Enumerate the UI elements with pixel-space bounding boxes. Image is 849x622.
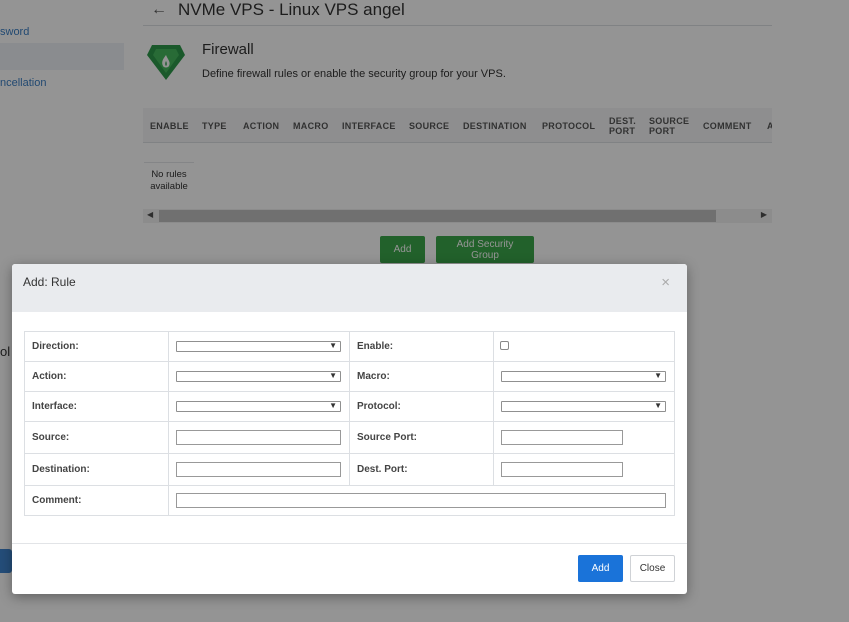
rule-form-table: Direction: ▼ Enable: Action: ▼ Macro: ▼ … [24,331,675,516]
modal-header: Add: Rule × [12,264,687,312]
macro-label: Macro: [349,361,494,392]
dest-port-input[interactable] [501,462,623,477]
source-port-input[interactable] [501,430,623,445]
direction-label: Direction: [24,331,169,362]
modal-close-button[interactable]: Close [630,555,675,582]
source-port-label: Source Port: [349,421,494,454]
modal-footer-divider [12,543,687,544]
modal-title: Add: Rule [23,275,76,289]
chevron-down-icon: ▼ [329,371,337,380]
protocol-label: Protocol: [349,391,494,422]
source-label: Source: [24,421,169,454]
enable-label: Enable: [349,331,494,362]
chevron-down-icon: ▼ [654,371,662,380]
protocol-select[interactable]: ▼ [501,401,666,412]
macro-select[interactable]: ▼ [501,371,666,382]
comment-label: Comment: [24,485,169,516]
destination-label: Destination: [24,453,169,486]
modal-add-button[interactable]: Add [578,555,623,582]
interface-select[interactable]: ▼ [176,401,341,412]
dest-port-label: Dest. Port: [349,453,494,486]
comment-input[interactable] [176,493,666,508]
form-row: Interface: ▼ Protocol: ▼ [24,391,675,422]
enable-checkbox[interactable] [500,340,509,350]
close-icon[interactable]: × [661,275,670,290]
source-input[interactable] [176,430,341,445]
chevron-down-icon: ▼ [654,401,662,410]
form-row: Direction: ▼ Enable: [24,331,675,362]
action-label: Action: [24,361,169,392]
form-row: Destination: Dest. Port: [24,453,675,486]
interface-label: Interface: [24,391,169,422]
form-row: Source: Source Port: [24,421,675,454]
direction-select[interactable]: ▼ [176,341,341,352]
destination-input[interactable] [176,462,341,477]
chevron-down-icon: ▼ [329,401,337,410]
form-row: Action: ▼ Macro: ▼ [24,361,675,392]
action-select[interactable]: ▼ [176,371,341,382]
add-rule-modal: Add: Rule × Direction: ▼ Enable: Action:… [12,264,687,594]
chevron-down-icon: ▼ [329,341,337,350]
form-row: Comment: [24,485,675,516]
